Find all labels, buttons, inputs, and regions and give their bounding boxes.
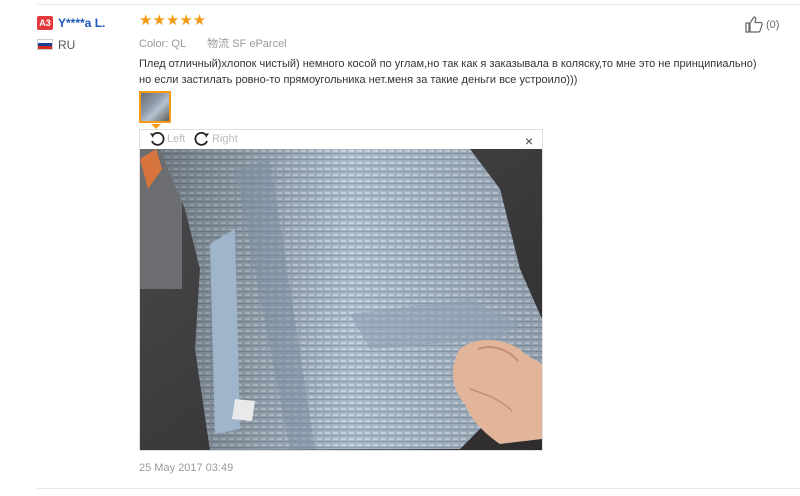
photo-viewer: Left Right × xyxy=(139,129,543,451)
buyer-country: RU xyxy=(58,38,76,52)
shipping-value: SF eParcel xyxy=(232,38,287,50)
thumbs-up-icon[interactable] xyxy=(745,16,763,33)
rotate-left-button[interactable]: Left xyxy=(149,131,185,147)
bottom-divider xyxy=(37,488,800,489)
review-date: 25 May 2017 03:49 xyxy=(139,462,234,474)
rotate-left-icon xyxy=(150,131,165,146)
rotate-right-icon xyxy=(194,131,209,146)
color-value: QL xyxy=(171,38,187,50)
shipping-label: 物流 xyxy=(207,38,230,50)
blanket-photo xyxy=(140,149,542,450)
helpful-button[interactable]: (0) xyxy=(745,16,779,33)
buyer-level-badge: A3 xyxy=(37,16,53,30)
helpful-count: (0) xyxy=(766,18,780,31)
buyer-name: Y****a L. xyxy=(58,16,106,30)
rotate-left-label: Left xyxy=(167,133,186,145)
review-text: Плед отличный)хлопок чистый) немного кос… xyxy=(139,58,757,86)
rotate-right-label: Right xyxy=(212,133,238,145)
top-divider xyxy=(37,4,800,5)
russia-flag-icon xyxy=(37,39,53,50)
star-rating: ★★★★★ xyxy=(139,12,207,29)
order-info: Color: QL 物流 SF eParcel xyxy=(139,35,287,51)
rotate-right-button[interactable]: Right xyxy=(194,131,238,147)
close-icon[interactable]: × xyxy=(525,134,533,148)
review-photo xyxy=(140,149,542,450)
review-photo-thumbnail[interactable] xyxy=(139,91,171,123)
color-label: Color: xyxy=(139,38,169,50)
